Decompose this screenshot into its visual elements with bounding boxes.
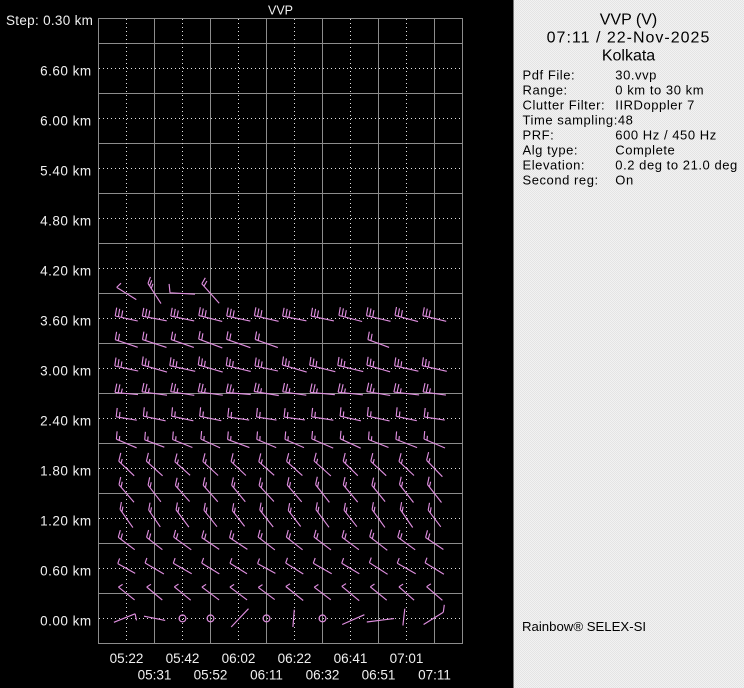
svg-text:6.00 km: 6.00 km xyxy=(40,113,92,128)
svg-text:Second reg:: Second reg: xyxy=(523,173,599,188)
svg-text:6.60 km: 6.60 km xyxy=(40,63,92,78)
svg-text:VVP (V): VVP (V) xyxy=(600,12,658,29)
svg-text:0.2 deg to 21.0 deg: 0.2 deg to 21.0 deg xyxy=(615,158,738,173)
svg-text:5.40 km: 5.40 km xyxy=(40,163,92,178)
svg-text:4.20 km: 4.20 km xyxy=(40,263,92,278)
svg-text:0.60 km: 0.60 km xyxy=(40,563,92,578)
svg-text:IIRDoppler 7: IIRDoppler 7 xyxy=(615,98,695,113)
svg-text:06:41: 06:41 xyxy=(334,651,368,666)
svg-text:2.40 km: 2.40 km xyxy=(40,413,92,428)
svg-text:3.60 km: 3.60 km xyxy=(40,313,92,328)
svg-text:05:31: 05:31 xyxy=(138,667,172,682)
svg-text:30.vvp: 30.vvp xyxy=(615,68,657,83)
svg-text:Kolkata: Kolkata xyxy=(602,48,655,65)
svg-text:0.00 km: 0.00 km xyxy=(40,613,92,628)
svg-text:Time sampling:48: Time sampling:48 xyxy=(523,113,634,128)
svg-text:1.80 km: 1.80 km xyxy=(40,463,92,478)
svg-text:3.00 km: 3.00 km xyxy=(40,363,92,378)
svg-text:Alg type:: Alg type: xyxy=(523,143,579,158)
svg-text:On: On xyxy=(615,173,633,188)
svg-text:05:22: 05:22 xyxy=(110,651,144,666)
svg-text:VVP: VVP xyxy=(268,4,293,18)
svg-text:06:51: 06:51 xyxy=(362,667,396,682)
svg-text:06:11: 06:11 xyxy=(250,667,283,682)
svg-text:06:22: 06:22 xyxy=(278,651,312,666)
svg-text:05:52: 05:52 xyxy=(194,667,228,682)
svg-text:Elevation:: Elevation: xyxy=(523,158,586,173)
svg-text:07:11 / 22-Nov-2025: 07:11 / 22-Nov-2025 xyxy=(547,30,711,47)
svg-text:05:42: 05:42 xyxy=(166,651,200,666)
svg-text:Rainbow® SELEX-SI: Rainbow® SELEX-SI xyxy=(522,619,646,634)
svg-text:06:02: 06:02 xyxy=(222,651,256,666)
svg-text:600 Hz / 450 Hz: 600 Hz / 450 Hz xyxy=(615,128,716,143)
svg-text:Step: 0.30 km: Step: 0.30 km xyxy=(6,13,93,28)
svg-text:PRF:: PRF: xyxy=(523,128,555,143)
svg-text:4.80 km: 4.80 km xyxy=(40,213,92,228)
svg-text:Clutter Filter:: Clutter Filter: xyxy=(523,98,606,113)
svg-text:Complete: Complete xyxy=(615,143,675,158)
svg-text:06:32: 06:32 xyxy=(306,667,340,682)
svg-text:07:01: 07:01 xyxy=(390,651,424,666)
svg-text:Pdf File:: Pdf File: xyxy=(523,68,576,83)
svg-text:1.20 km: 1.20 km xyxy=(40,513,92,528)
svg-text:0 km to 30 km: 0 km to 30 km xyxy=(615,83,704,98)
svg-text:Range:: Range: xyxy=(523,83,568,98)
svg-text:07:11: 07:11 xyxy=(418,667,451,682)
